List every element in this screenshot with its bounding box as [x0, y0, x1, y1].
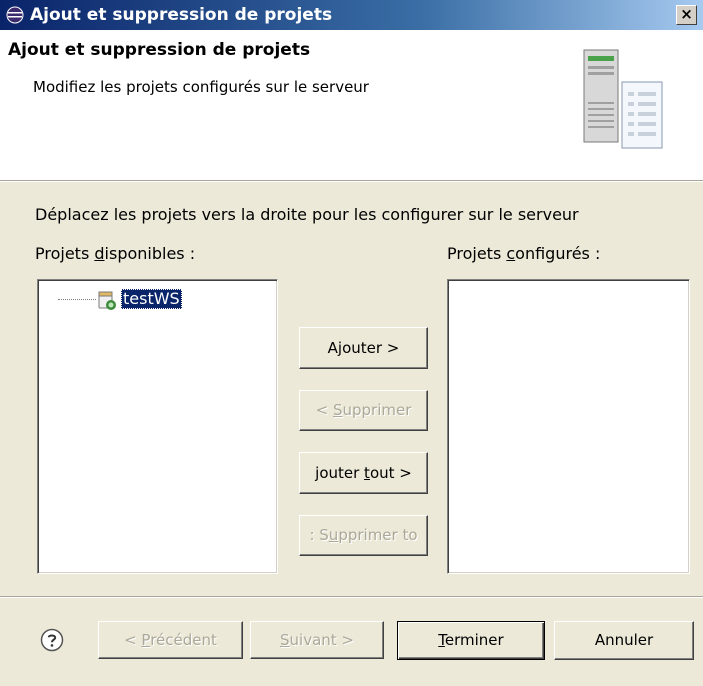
close-button[interactable]: × — [676, 5, 697, 25]
instruction-text: Déplacez les projets vers la droite pour… — [35, 205, 579, 224]
footer-divider-highlight — [0, 597, 703, 598]
next-button[interactable]: Suivant > — [250, 621, 384, 659]
configured-projects-list[interactable] — [447, 279, 690, 574]
finish-button[interactable]: Terminer — [397, 621, 545, 660]
header-banner: Ajout et suppression de projets Modifiez… — [0, 30, 703, 180]
available-projects-list[interactable]: testWS — [37, 279, 278, 574]
configured-projects-label: Projets configurés : — [447, 244, 601, 263]
remove-all-button[interactable]: : Supprimer to — [299, 515, 428, 556]
wizard-dialog: Ajout et suppression de projets × Ajout … — [0, 0, 703, 686]
page-description: Modifiez les projets configurés sur le s… — [33, 78, 369, 96]
remove-button[interactable]: < Supprimer — [299, 390, 428, 431]
tree-connector — [58, 299, 96, 300]
cancel-button[interactable]: Annuler — [554, 621, 694, 660]
tree-item-testws[interactable]: testWS — [58, 288, 228, 312]
add-button[interactable]: Ajouter > — [299, 327, 428, 369]
title-bar[interactable]: Ajout et suppression de projets × — [0, 0, 703, 30]
project-icon — [98, 291, 116, 310]
back-button[interactable]: < Précédent — [98, 621, 243, 659]
help-icon[interactable] — [40, 628, 64, 652]
tree-item-label: testWS — [121, 289, 182, 309]
server-wizard-icon — [583, 49, 663, 149]
add-all-button[interactable]: jouter tout > — [299, 452, 428, 494]
eclipse-icon — [6, 6, 24, 24]
page-title: Ajout et suppression de projets — [8, 40, 311, 60]
window-title: Ajout et suppression de projets — [30, 5, 333, 25]
close-icon: × — [680, 5, 693, 23]
header-divider-highlight — [0, 181, 703, 182]
available-projects-label: Projets disponibles : — [35, 244, 196, 263]
